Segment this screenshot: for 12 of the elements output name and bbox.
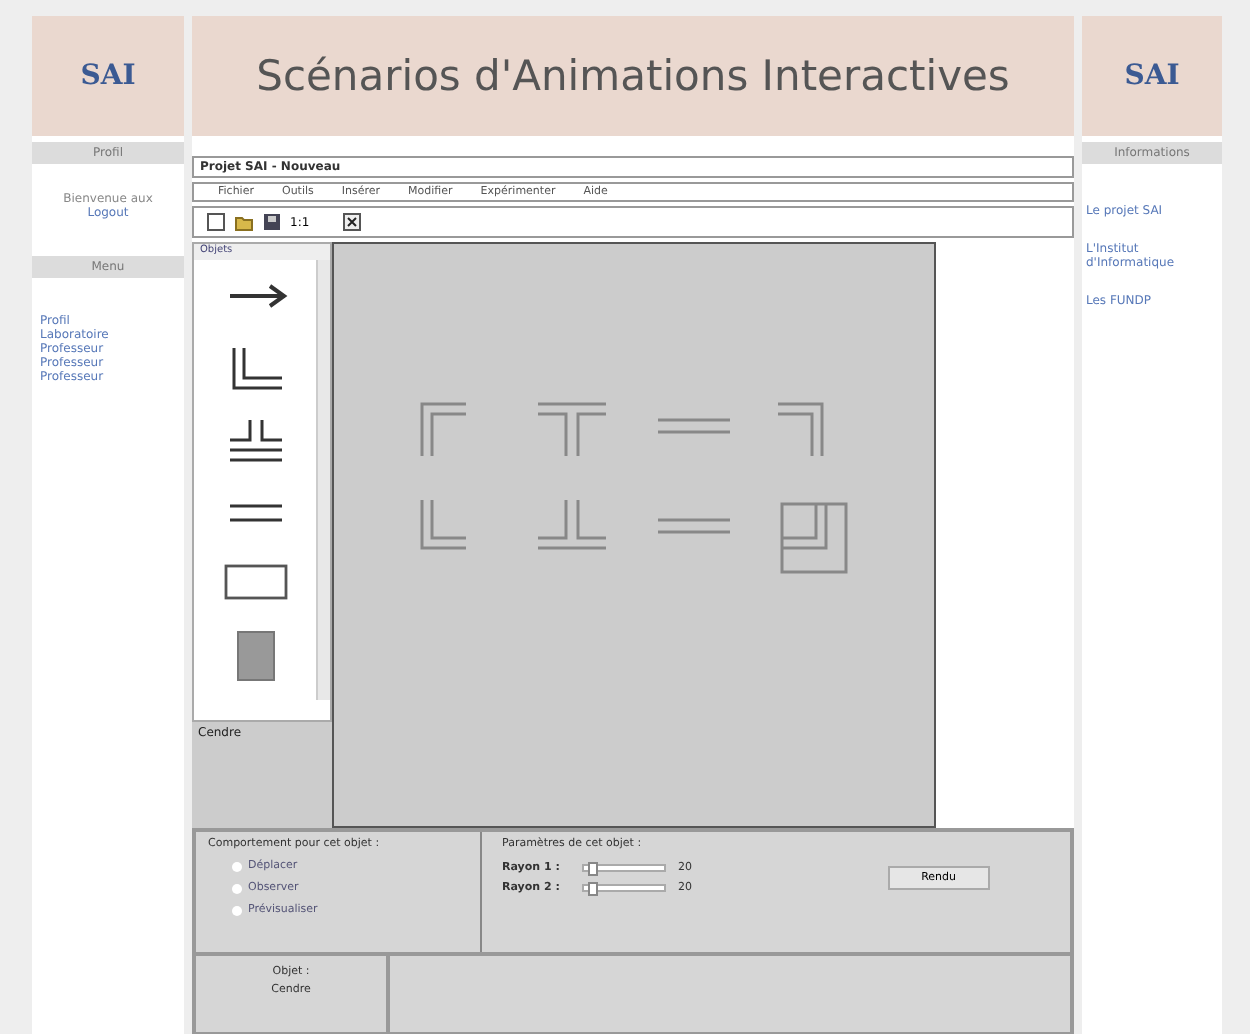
rectangle-tool-icon[interactable]	[222, 560, 290, 604]
new-file-icon[interactable]	[206, 212, 226, 232]
site-title: Scénarios d'Animations Interactives	[256, 52, 1010, 100]
close-icon[interactable]	[341, 212, 362, 232]
folder-icon[interactable]	[234, 212, 254, 232]
logo: SAI	[1124, 60, 1180, 92]
slider[interactable]	[582, 864, 666, 872]
logo: SAI	[80, 60, 136, 92]
slider[interactable]	[582, 884, 666, 892]
drawing-canvas[interactable]	[332, 242, 936, 828]
scrollbar[interactable]	[316, 260, 330, 700]
save-icon[interactable]	[262, 212, 282, 232]
